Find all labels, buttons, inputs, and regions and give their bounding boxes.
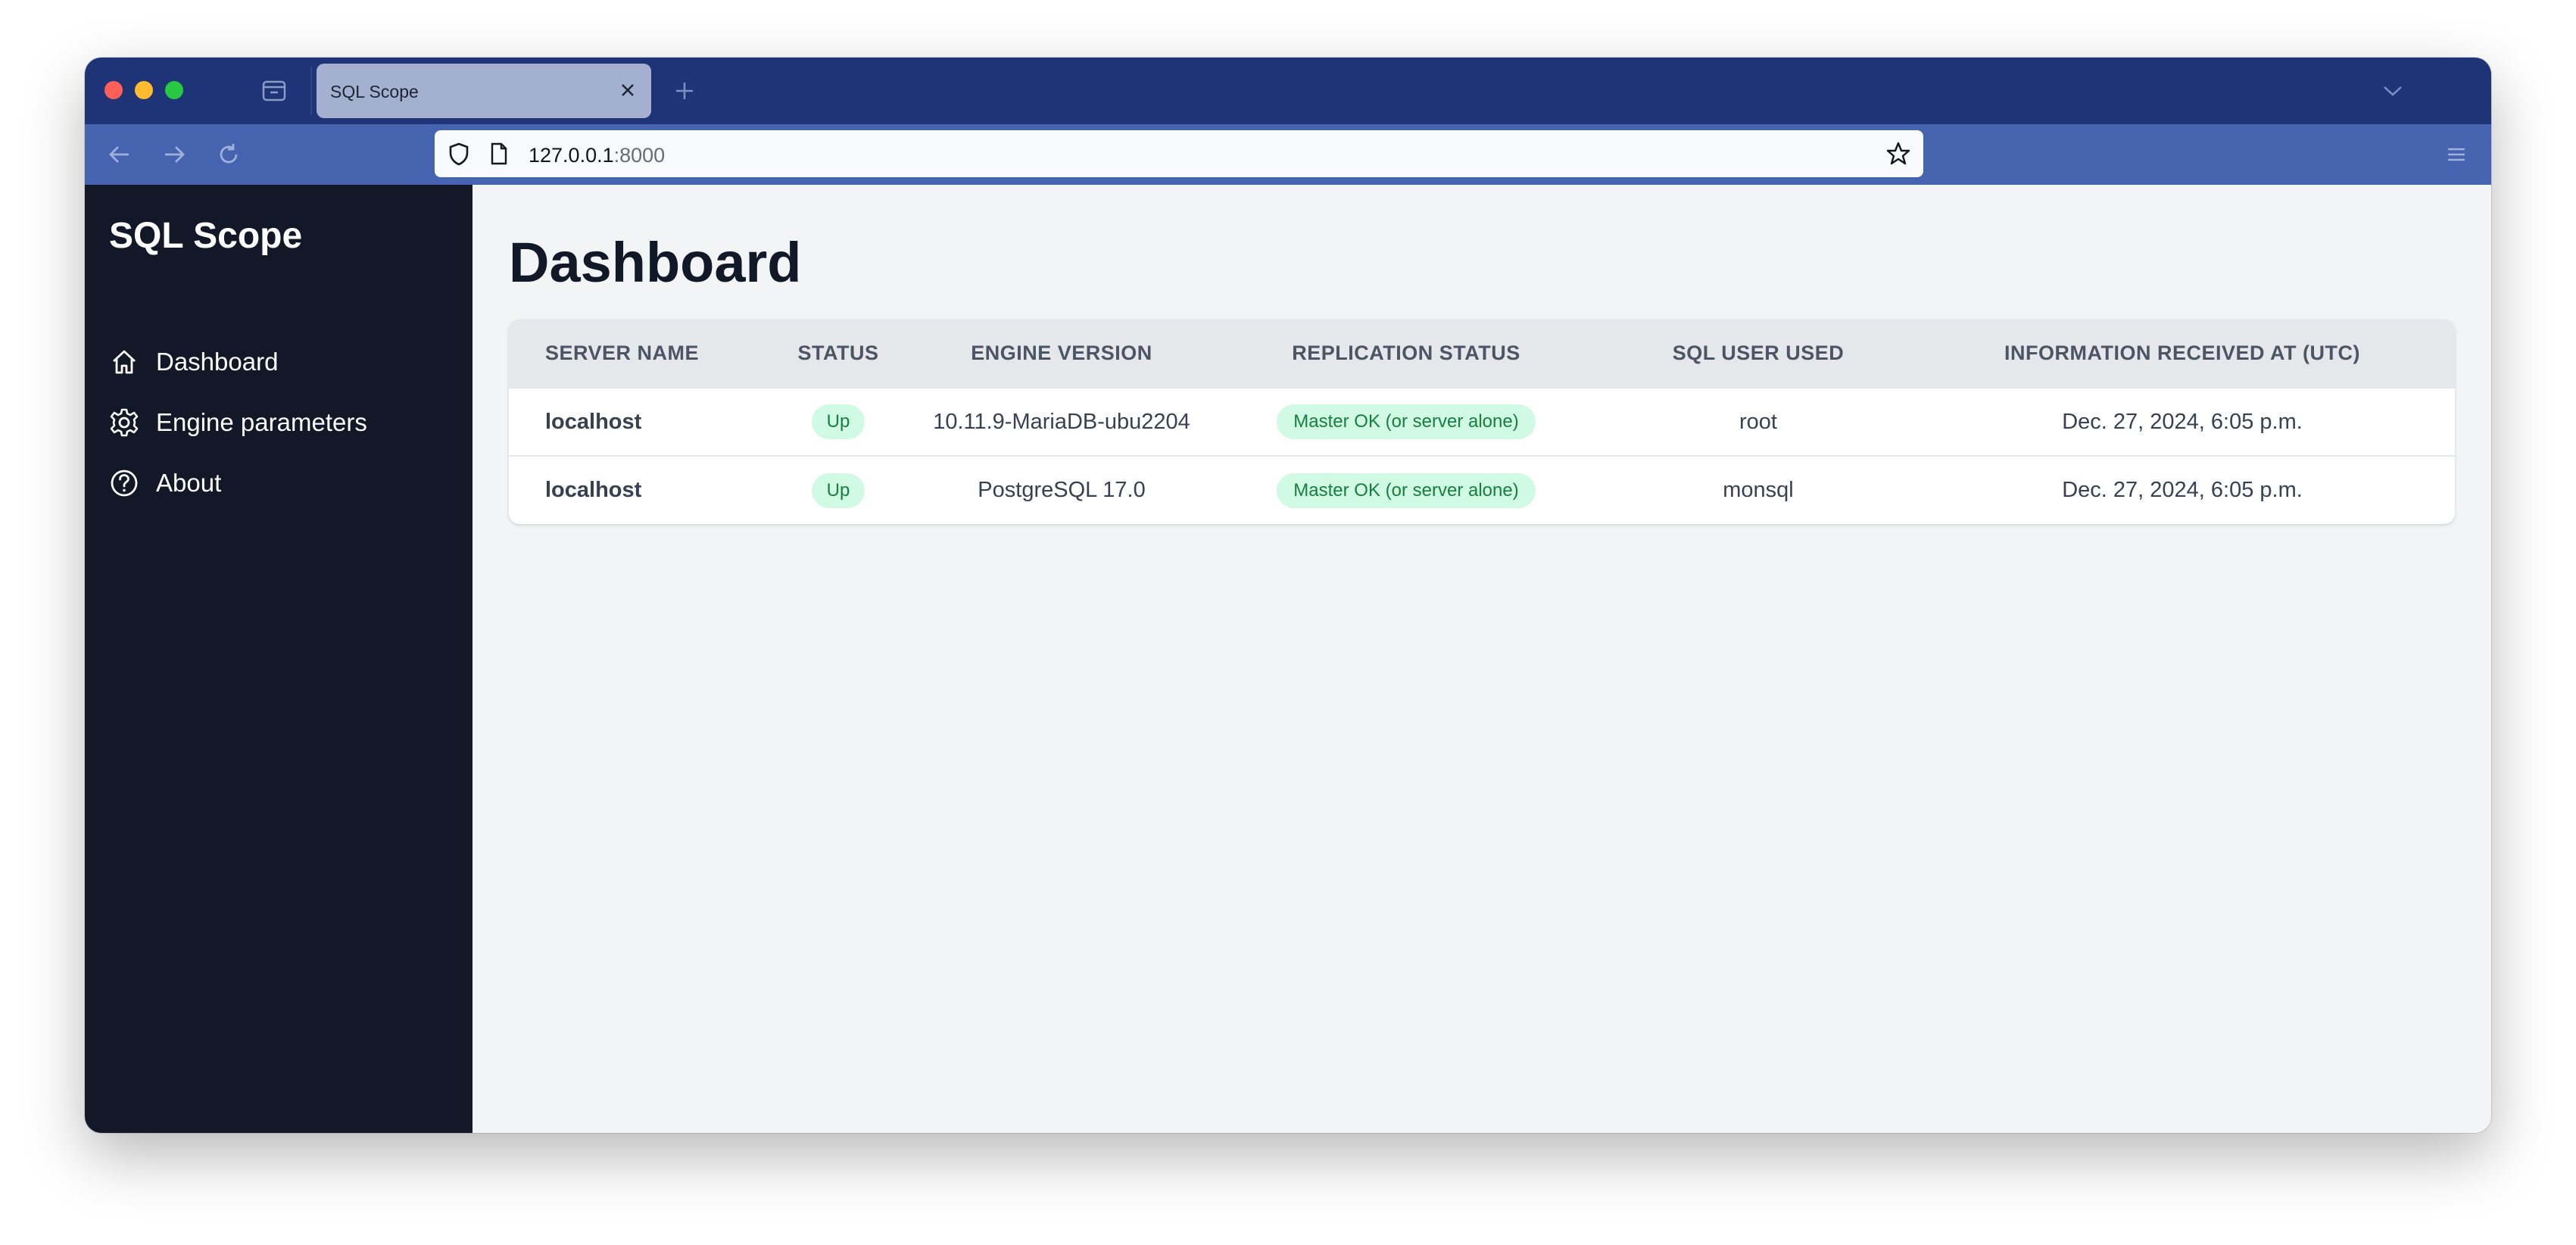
column-header-server-name: Server name [545,342,700,364]
servers-table-card: Server name Status Engine version Replic… [509,320,2455,524]
sidebar-item-label: Engine parameters [156,408,367,436]
server-name-cell: localhost [545,478,642,502]
plus-icon[interactable] [669,76,700,106]
server-name-cell: localhost [545,409,642,434]
engine-version-cell: 10.11.9-MariaDB-ubu2204 [933,409,1190,434]
table-row[interactable]: localhost Up 10.11.9-MariaDB-ubu2204 Mas… [509,388,2455,456]
status-badge: Up [811,473,865,508]
shield-icon[interactable] [445,140,472,167]
engine-version-cell: PostgreSQL 17.0 [978,478,1146,502]
tab-title: SQL Scope [330,82,419,101]
gear-icon [108,406,141,439]
sidebar-item-dashboard[interactable]: Dashboard [108,341,456,383]
bookmark-star-icon[interactable] [1884,139,1913,168]
column-header-engine-version: Engine version [971,342,1152,364]
close-window-button[interactable] [104,81,123,99]
sidebar-item-about[interactable]: About [108,462,456,504]
url-host: 127.0.0.1 [529,144,614,167]
table-header-row: Server name Status Engine version Replic… [509,320,2455,388]
status-badge: Up [811,404,865,439]
url-text: 127.0.0.1:8000 [529,144,665,167]
minimize-window-button[interactable] [135,81,153,99]
tab-separator [310,67,312,115]
sidebar-item-engine-parameters[interactable]: Engine parameters [108,401,456,444]
navigation-toolbar: 127.0.0.1:8000 [85,124,2491,185]
zoom-window-button[interactable] [165,81,183,99]
sidebar: SQL Scope Dashboard Engine parameters Ab… [85,185,472,1133]
replication-status-cell: Master OK (or server alone) [1205,456,1607,524]
servers-table: Server name Status Engine version Replic… [509,320,2455,524]
browser-window: SQL Scope 127.0.0.1:8000 SQL Scope Dashb… [85,58,2491,1133]
reload-icon[interactable] [214,139,244,170]
sql-user-cell: monsql [1723,478,1794,502]
hamburger-menu-icon[interactable] [2443,141,2470,168]
column-header-status: Status [797,342,879,364]
replication-badge: Master OK (or server alone) [1277,404,1536,439]
table-row[interactable]: localhost Up PostgreSQL 17.0 Master OK (… [509,456,2455,524]
page-title: Dashboard [509,231,802,294]
replication-badge: Master OK (or server alone) [1277,473,1536,508]
back-arrow-icon[interactable] [104,139,135,170]
question-circle-icon [108,466,141,500]
chevron-down-icon[interactable] [2379,77,2406,105]
received-at-cell: Dec. 27, 2024, 6:05 p.m. [2062,409,2303,434]
column-header-information-received: Information received at (UTC) [2004,342,2360,364]
tab-bar: SQL Scope [85,58,2491,124]
close-icon[interactable] [616,79,639,101]
app-brand[interactable]: SQL Scope [109,215,302,257]
url-port: :8000 [613,144,666,167]
address-bar[interactable]: 127.0.0.1:8000 [435,130,1923,177]
column-header-sql-user-used: SQL user used [1672,342,1845,364]
main-content: Dashboard Server name Status Engine vers… [472,185,2491,1133]
status-cell: Up [759,388,918,456]
forward-arrow-icon[interactable] [159,139,189,170]
home-icon [108,345,141,379]
tab-overview-icon[interactable] [260,79,288,103]
column-header-replication-status: Replication status [1292,342,1520,364]
page-icon [488,140,510,167]
sidebar-item-label: About [156,469,222,497]
sidebar-item-label: Dashboard [156,348,279,376]
replication-status-cell: Master OK (or server alone) [1205,388,1607,456]
tab-sql-scope[interactable]: SQL Scope [317,64,651,118]
sql-user-cell: root [1739,409,1777,434]
received-at-cell: Dec. 27, 2024, 6:05 p.m. [2062,478,2303,502]
status-cell: Up [759,456,918,524]
